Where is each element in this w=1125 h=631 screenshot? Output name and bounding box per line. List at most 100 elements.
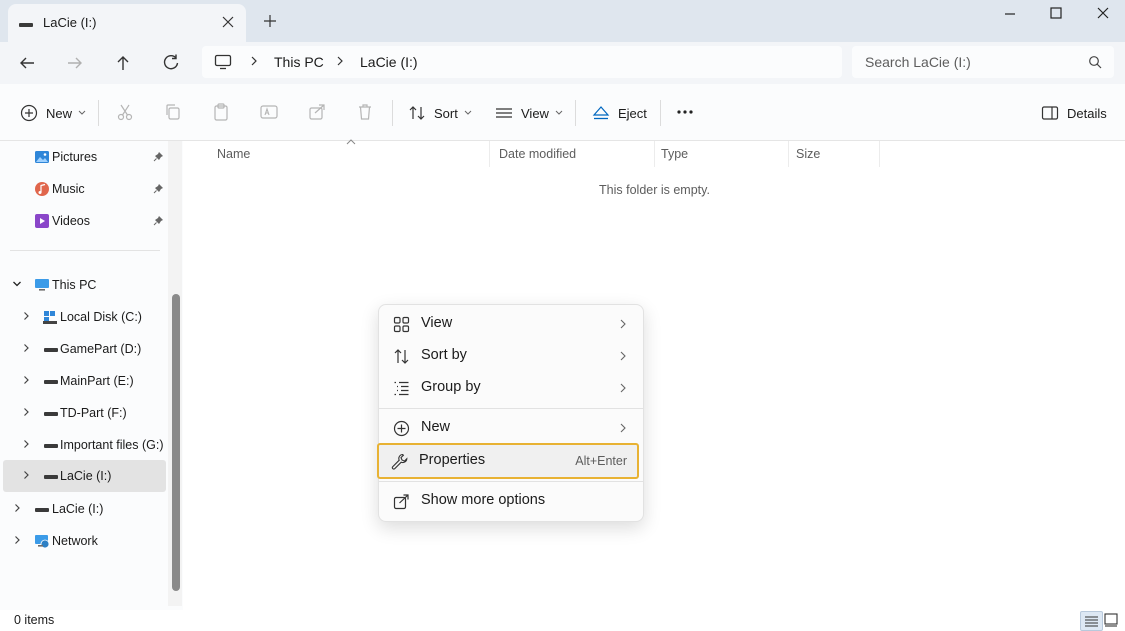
nav-item-network[interactable]: Network [3, 525, 166, 557]
chevron-right-icon[interactable] [21, 407, 31, 417]
pin-icon[interactable] [153, 215, 164, 226]
column-header-type[interactable]: Type [661, 147, 688, 161]
menu-item-show-more-options[interactable]: Show more options [383, 486, 639, 516]
nav-item-drive-e[interactable]: MainPart (E:) [3, 365, 166, 397]
refresh-icon[interactable] [160, 52, 182, 74]
tiles-view-icon[interactable] [1104, 613, 1118, 627]
divider [392, 100, 393, 126]
drive-icon [44, 475, 58, 479]
minimize-icon[interactable] [1000, 4, 1020, 24]
chevron-right-icon [337, 56, 343, 66]
tab-lacie[interactable]: LaCie (I:) [8, 4, 246, 42]
chevron-right-icon[interactable] [12, 535, 22, 545]
menu-item-sort-by[interactable]: Sort by [383, 341, 639, 371]
drive-icon [44, 412, 58, 416]
pin-icon[interactable] [153, 151, 164, 162]
crumb-this-pc[interactable]: This PC [274, 54, 324, 70]
column-header-name[interactable]: Name [217, 147, 250, 161]
nav-scrollbar-thumb[interactable] [172, 294, 180, 591]
cut-icon[interactable] [115, 102, 135, 122]
close-window-icon[interactable] [1093, 4, 1113, 24]
nav-item-pictures[interactable]: Pictures [3, 141, 166, 173]
chevron-right-icon[interactable] [21, 343, 31, 353]
copy-icon[interactable] [163, 102, 183, 122]
network-icon [35, 535, 50, 549]
more-options-icon[interactable] [676, 102, 694, 122]
monitor-icon [214, 54, 232, 70]
nav-item-drive-c[interactable]: Local Disk (C:) [3, 301, 166, 333]
chevron-down-icon [464, 110, 472, 115]
menu-item-view[interactable]: View [383, 309, 639, 339]
menu-label: View [421, 315, 453, 331]
content-pane[interactable]: Name Date modified Type Size This folder… [184, 141, 1125, 610]
chevron-right-icon [620, 423, 626, 433]
sort-button[interactable]: Sort [408, 102, 472, 124]
crumb-lacie[interactable]: LaCie (I:) [360, 54, 418, 70]
new-button[interactable]: New [20, 102, 86, 124]
plus-circle-icon [393, 420, 410, 437]
breadcrumb[interactable]: This PC LaCie (I:) [202, 46, 842, 78]
menu-shortcut: Alt+Enter [575, 454, 627, 468]
nav-item-music[interactable]: Music [3, 173, 166, 205]
eject-icon [592, 106, 610, 120]
search-box[interactable]: Search LaCie (I:) [852, 46, 1114, 78]
view-button[interactable]: View [495, 102, 563, 124]
details-button[interactable]: Details [1041, 102, 1107, 124]
eject-button[interactable]: Eject [592, 102, 647, 124]
paste-icon[interactable] [211, 102, 231, 122]
menu-label: Group by [421, 379, 481, 395]
column-divider[interactable] [879, 141, 880, 167]
details-label: Details [1067, 105, 1107, 121]
nav-item-lacie-root[interactable]: LaCie (I:) [3, 493, 166, 525]
search-input[interactable]: Search LaCie (I:) [865, 54, 971, 70]
share-icon [393, 494, 409, 510]
nav-label: Videos [52, 214, 90, 228]
up-icon[interactable] [112, 52, 134, 74]
windows-drive-icon [43, 311, 57, 324]
nav-item-drive-i[interactable]: LaCie (I:) [3, 460, 166, 492]
close-tab-icon[interactable] [220, 14, 236, 30]
nav-item-videos[interactable]: Videos [3, 205, 166, 237]
menu-item-new[interactable]: New [383, 413, 639, 443]
eject-label: Eject [618, 105, 647, 121]
chevron-right-icon[interactable] [21, 311, 31, 321]
nav-divider [10, 250, 160, 251]
delete-icon[interactable] [355, 102, 375, 122]
sort-ascending-icon [346, 139, 356, 145]
rename-icon[interactable] [259, 102, 279, 122]
details-view-icon [1085, 616, 1098, 627]
menu-item-properties[interactable]: Properties Alt+Enter [377, 443, 639, 479]
column-divider[interactable] [788, 141, 789, 167]
nav-item-drive-f[interactable]: TD-Part (F:) [3, 397, 166, 429]
maximize-icon[interactable] [1046, 4, 1066, 24]
divider [98, 100, 99, 126]
details-view-toggle[interactable] [1080, 611, 1103, 631]
chevron-right-icon[interactable] [21, 375, 31, 385]
column-divider[interactable] [489, 141, 490, 167]
menu-item-group-by[interactable]: Group by [383, 373, 639, 403]
column-header-size[interactable]: Size [796, 147, 820, 161]
nav-item-drive-g[interactable]: Important files (G:) [3, 429, 166, 461]
column-header-date-modified[interactable]: Date modified [499, 147, 576, 161]
nav-label: GamePart (D:) [60, 342, 142, 356]
item-count: 0 items [14, 613, 55, 627]
empty-folder-message: This folder is empty. [599, 183, 710, 197]
view-list-icon [496, 108, 512, 118]
new-tab-icon[interactable] [262, 13, 278, 29]
chevron-right-icon[interactable] [21, 439, 31, 449]
tab-title: LaCie (I:) [43, 15, 97, 30]
nav-label: LaCie (I:) [52, 502, 104, 516]
chevron-right-icon[interactable] [21, 470, 31, 480]
back-icon[interactable] [16, 52, 38, 74]
chevron-down-icon[interactable] [12, 279, 22, 289]
share-icon[interactable] [307, 102, 327, 122]
pin-icon[interactable] [153, 183, 164, 194]
context-menu: View Sort by Group by New Properties Alt… [377, 304, 644, 522]
nav-item-drive-d[interactable]: GamePart (D:) [3, 333, 166, 365]
chevron-right-icon[interactable] [12, 503, 22, 513]
nav-item-this-pc[interactable]: This PC [3, 269, 166, 301]
forward-icon[interactable] [64, 52, 86, 74]
search-icon [1089, 56, 1102, 69]
column-divider[interactable] [654, 141, 655, 167]
chevron-right-icon [620, 383, 626, 393]
